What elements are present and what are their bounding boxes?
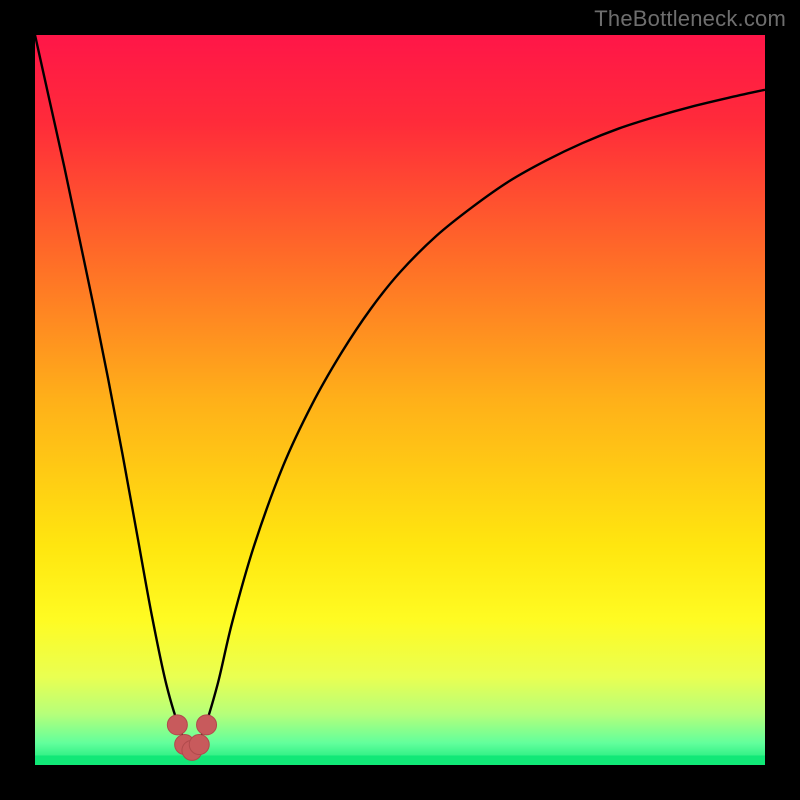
outer-frame: TheBottleneck.com <box>0 0 800 800</box>
chart-overlay <box>35 35 765 765</box>
marker-dot <box>189 735 209 755</box>
marker-dot <box>197 715 217 735</box>
watermark-text: TheBottleneck.com <box>594 6 786 32</box>
green-band <box>35 756 765 765</box>
bottleneck-curve <box>35 35 765 750</box>
marker-dot <box>167 715 187 735</box>
minimum-marker <box>167 715 216 761</box>
plot-area <box>35 35 765 765</box>
